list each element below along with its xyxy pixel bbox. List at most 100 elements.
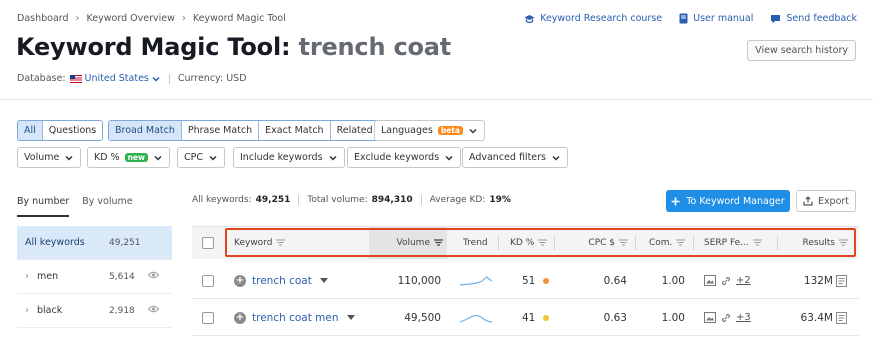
row-checkbox[interactable] (202, 274, 214, 287)
database-selector[interactable]: United States (85, 73, 161, 84)
caret-down-icon[interactable] (346, 315, 355, 320)
group-label: black (37, 305, 63, 316)
volume-cell: 110,000 (397, 274, 441, 287)
eye-icon[interactable] (148, 271, 159, 279)
filter-exact-match[interactable]: Exact Match (258, 121, 330, 140)
page-title-query: trench coat (298, 33, 452, 61)
export-icon (803, 196, 813, 206)
divider (420, 195, 422, 205)
kd-filter-dropdown[interactable]: KD % new (87, 147, 170, 168)
kd-cell: 51 (522, 262, 550, 299)
keyword-link[interactable]: trench coat (252, 275, 312, 287)
group-black[interactable]: › black 2,918 (17, 294, 172, 328)
kd-value: 51 (522, 274, 536, 287)
help-links: Keyword Research course User manual Send… (524, 13, 857, 24)
add-keyword-icon[interactable]: + (234, 311, 246, 324)
to-keyword-manager-button[interactable]: To Keyword Manager (666, 190, 790, 212)
header-highlight-box (225, 228, 856, 257)
advanced-filters-dropdown[interactable]: Advanced filters (462, 147, 568, 168)
caret-down-icon[interactable] (319, 278, 328, 283)
serp-features-cell: +2 (704, 262, 751, 299)
group-label: All keywords (25, 237, 85, 248)
group-all-keywords[interactable]: All keywords 49,251 (17, 226, 172, 260)
keyword-cell: + trench coat (234, 262, 328, 299)
chevron-down-icon (329, 155, 337, 161)
include-keywords-label: Include keywords (240, 152, 323, 163)
row-checkbox[interactable] (202, 311, 214, 324)
serp-preview-icon[interactable] (836, 311, 847, 324)
select-all-checkbox-cell (202, 227, 214, 258)
cpc-cell: 0.63 (603, 311, 627, 324)
breadcrumb: Dashboard › Keyword Overview › Keyword M… (17, 13, 286, 24)
filter-all[interactable]: All (18, 121, 42, 140)
results-cell: 132M (803, 274, 833, 287)
cpc-cell: 0.64 (603, 274, 627, 287)
serp-more-link[interactable]: +3 (736, 312, 751, 323)
advanced-filters-label: Advanced filters (469, 152, 546, 163)
serp-preview-cell (836, 262, 847, 299)
to-keyword-manager-label: To Keyword Manager (686, 195, 785, 207)
image-icon (704, 275, 716, 286)
breadcrumb-keyword-overview[interactable]: Keyword Overview (87, 13, 175, 24)
book-icon (679, 13, 688, 24)
chevron-down-icon (152, 76, 160, 82)
match-type-group: Broad Match Phrase Match Exact Match Rel… (108, 120, 380, 141)
serp-preview-cell (836, 299, 847, 336)
include-keywords-dropdown[interactable]: Include keywords (233, 147, 345, 168)
serp-features-cell: +3 (704, 299, 751, 336)
cpc-filter-label: CPC (184, 152, 203, 163)
link-icon (721, 276, 731, 285)
send-feedback-link[interactable]: Send feedback (770, 13, 857, 24)
results-cell: 63.4M (800, 311, 833, 324)
currency-label: Currency: USD (177, 73, 247, 84)
view-search-history-button[interactable]: View search history (747, 40, 856, 61)
eye-icon[interactable] (148, 305, 159, 313)
filter-broad-match[interactable]: Broad Match (109, 121, 181, 140)
all-keywords-label: All keywords: (192, 195, 252, 205)
keyword-cell: + trench coat men (234, 299, 355, 336)
filter-related[interactable]: Related (329, 121, 379, 140)
tab-by-number[interactable]: By number (17, 196, 70, 217)
average-kd-value: 19% (489, 195, 511, 205)
add-keyword-icon[interactable]: + (234, 274, 246, 287)
average-kd-label: Average KD: (429, 195, 486, 205)
group-count: 5,614 (109, 271, 135, 282)
group-count: 2,918 (109, 305, 135, 316)
user-manual-link[interactable]: User manual (679, 13, 753, 24)
group-sort-tabs: By number By volume (17, 196, 133, 217)
serp-more-link[interactable]: +2 (736, 275, 751, 286)
keyword-link[interactable]: trench coat men (252, 312, 339, 324)
breadcrumb-keyword-magic-tool: Keyword Magic Tool (192, 13, 286, 24)
keyword-research-course-link[interactable]: Keyword Research course (524, 13, 662, 24)
export-label: Export (817, 195, 850, 207)
graduation-cap-icon (524, 14, 535, 23)
image-icon (704, 312, 716, 323)
languages-dropdown[interactable]: Languages beta (374, 120, 485, 141)
volume-filter-dropdown[interactable]: Volume (17, 147, 82, 168)
filter-phrase-match[interactable]: Phrase Match (180, 121, 259, 140)
exclude-keywords-dropdown[interactable]: Exclude keywords (347, 147, 462, 168)
chevron-right-icon[interactable]: › (25, 305, 29, 316)
cpc-filter-dropdown[interactable]: CPC (177, 147, 225, 168)
group-label: men (37, 271, 59, 282)
group-count: 49,251 (109, 237, 141, 248)
select-all-checkbox[interactable] (202, 236, 214, 249)
total-volume-label: Total volume: (307, 195, 368, 205)
breadcrumb-separator: › (75, 13, 80, 24)
row-checkbox-cell (202, 262, 214, 299)
group-men[interactable]: › men 5,614 (17, 260, 172, 294)
volume-filter-label: Volume (24, 152, 60, 163)
filter-questions[interactable]: Questions (41, 121, 103, 140)
chevron-right-icon[interactable]: › (25, 271, 29, 282)
serp-preview-icon[interactable] (836, 274, 847, 287)
table-row: + trench coat men 49,500 41 0.63 1.00 +3… (192, 299, 859, 336)
trend-cell (460, 299, 492, 336)
volume-cell: 49,500 (404, 311, 441, 324)
export-button[interactable]: Export (796, 190, 856, 212)
database-info: Database: United States Currency: USD (17, 73, 247, 84)
tab-by-volume[interactable]: By volume (82, 196, 132, 207)
kd-difficulty-dot (543, 277, 550, 284)
breadcrumb-dashboard[interactable]: Dashboard (17, 13, 69, 24)
trend-sparkline (460, 314, 492, 323)
chevron-down-icon (209, 155, 217, 161)
